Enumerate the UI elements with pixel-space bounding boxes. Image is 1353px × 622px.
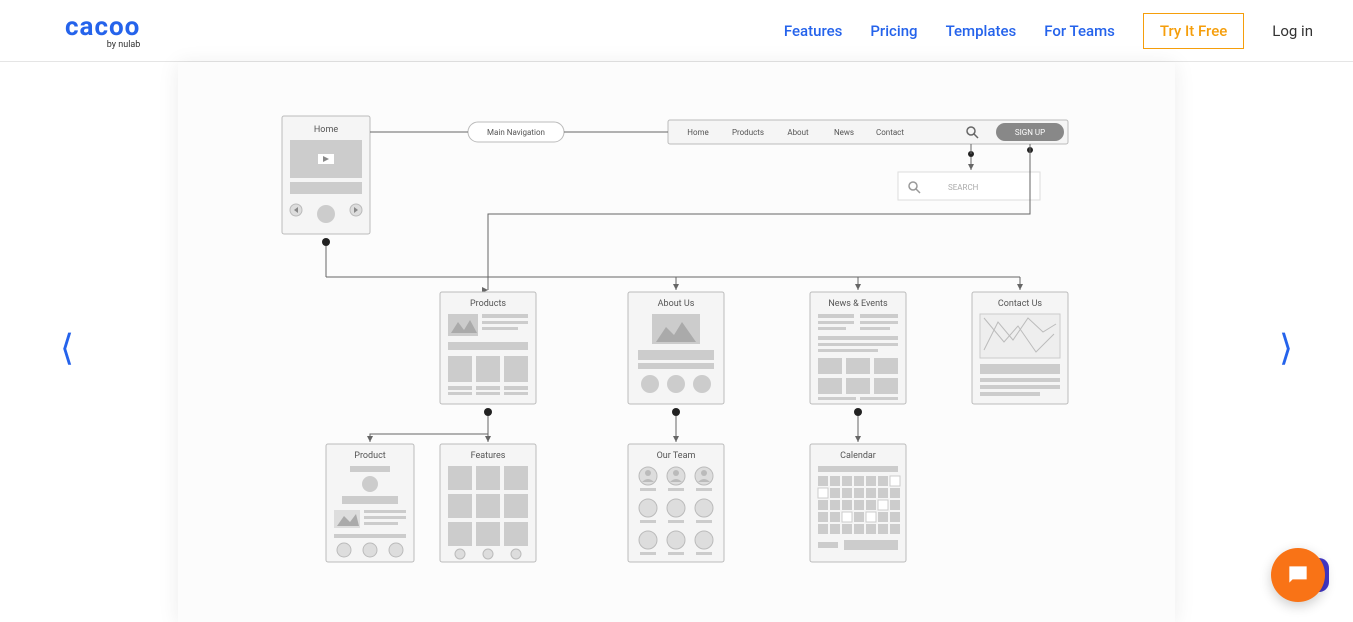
wf-calendar-card: Calendar bbox=[810, 444, 906, 562]
svg-text:Products: Products bbox=[470, 299, 506, 309]
svg-text:News & Events: News & Events bbox=[828, 299, 888, 309]
carousel-next[interactable]: ⟩ bbox=[1279, 327, 1293, 369]
site-header: cacoo by nulab Features Pricing Template… bbox=[0, 0, 1353, 62]
nav-templates[interactable]: Templates bbox=[946, 22, 1017, 40]
login-link[interactable]: Log in bbox=[1272, 22, 1313, 40]
svg-text:Calendar: Calendar bbox=[840, 451, 876, 461]
svg-text:Home: Home bbox=[687, 128, 709, 137]
svg-text:Product: Product bbox=[354, 451, 386, 461]
chat-icon bbox=[1285, 562, 1311, 588]
svg-text:SIGN UP: SIGN UP bbox=[1015, 128, 1045, 137]
svg-text:Features: Features bbox=[471, 451, 506, 461]
wf-features-card: Features bbox=[440, 444, 536, 562]
try-free-button[interactable]: Try It Free bbox=[1143, 13, 1244, 49]
logo-subtitle: by nulab bbox=[107, 40, 141, 50]
nav-features[interactable]: Features bbox=[784, 22, 842, 40]
wf-home-card: Home bbox=[282, 116, 370, 234]
chat-widget-button[interactable] bbox=[1271, 548, 1325, 602]
wf-ourteam-card: Our Team bbox=[628, 444, 724, 562]
wf-product-card: Product bbox=[326, 444, 414, 562]
wf-aboutus-card: About Us bbox=[628, 292, 724, 404]
logo[interactable]: cacoo by nulab bbox=[65, 12, 140, 50]
wf-contact-card: Contact Us bbox=[972, 292, 1068, 404]
wf-news-card: News & Events bbox=[810, 292, 906, 404]
svg-text:SEARCH: SEARCH bbox=[948, 183, 979, 192]
sitemap-diagram: Home Main Navigation Home Pro bbox=[178, 62, 1175, 622]
svg-text:Main Navigation: Main Navigation bbox=[487, 128, 545, 137]
nav-for-teams[interactable]: For Teams bbox=[1044, 22, 1115, 40]
svg-text:About Us: About Us bbox=[658, 299, 695, 309]
nav-pricing[interactable]: Pricing bbox=[870, 22, 917, 40]
wf-navbar: Home Products About News Contact SIGN UP bbox=[668, 120, 1068, 144]
svg-text:Contact Us: Contact Us bbox=[998, 299, 1043, 309]
template-canvas: Home Main Navigation Home Pro bbox=[178, 62, 1175, 622]
svg-text:Home: Home bbox=[314, 125, 338, 135]
logo-text: cacoo bbox=[65, 12, 140, 42]
wf-products-card: Products bbox=[440, 292, 536, 404]
carousel-prev[interactable]: ⟨ bbox=[60, 327, 74, 369]
svg-text:Contact: Contact bbox=[876, 128, 904, 137]
svg-text:Products: Products bbox=[732, 128, 764, 137]
svg-text:Our Team: Our Team bbox=[657, 451, 696, 461]
svg-text:About: About bbox=[787, 128, 809, 137]
top-nav: Features Pricing Templates For Teams Try… bbox=[784, 13, 1313, 49]
svg-text:News: News bbox=[834, 128, 854, 137]
